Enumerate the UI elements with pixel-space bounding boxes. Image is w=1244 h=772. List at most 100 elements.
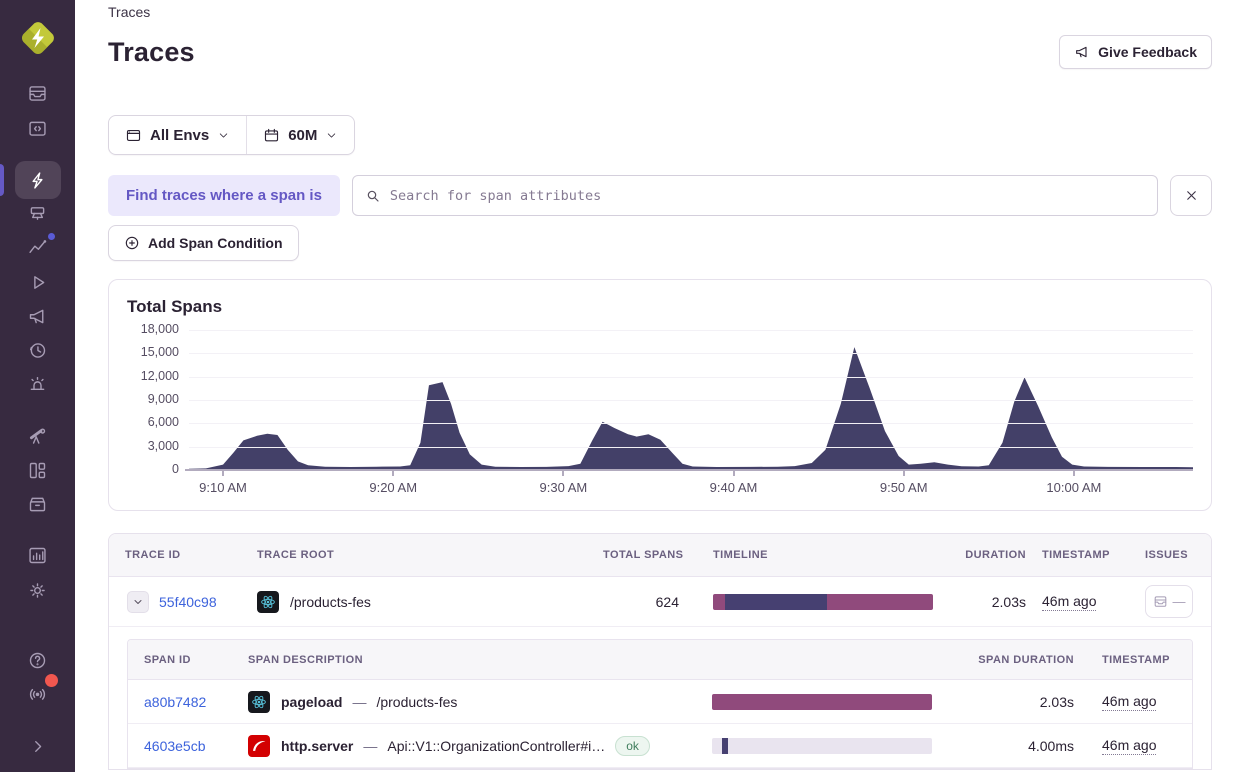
sidebar-item-help[interactable] [16,643,60,677]
breadcrumb[interactable]: Traces [108,4,150,20]
y-axis-tick-label: 15,000 [140,345,179,360]
clear-search-button[interactable] [1170,175,1212,216]
gridline [189,376,1193,378]
date-range-filter[interactable]: 60M [247,116,355,154]
gridline [189,446,1193,448]
span-timeline-bar [712,693,932,710]
main-content: Traces Traces Give Feedback All Envs 60M [75,0,1244,772]
trace-duration: 2.03s [991,593,1026,610]
react-platform-icon [257,590,279,613]
span-row: 4603e5cb http.server — Api::V1::Organiza… [128,724,1192,768]
sidebar-item-whats-new[interactable] [16,674,60,710]
page-filter-bar: All Envs 60M [108,115,356,155]
trace-timestamp: 46m ago [1042,592,1097,611]
sidebar-item-user-feedback[interactable] [16,299,60,333]
x-axis-tick-label: 10:00 AM [1046,480,1102,495]
insights-badge-dot [46,232,56,241]
search-scope-pill: Find traces where a span is [108,175,340,216]
span-description: /products-fes [376,693,458,710]
y-axis-tick-label: 18,000 [140,322,179,336]
x-axis-tick-label: 9:10 AM [199,480,247,495]
col-timeline: TIMELINE [713,549,768,561]
x-axis-tick [902,471,905,476]
span-op: pageload [281,693,343,710]
span-timeline-bar [712,737,932,754]
trace-issues-button[interactable]: — [1145,585,1193,618]
chevron-down-icon [134,599,142,604]
environment-filter[interactable]: All Envs [109,116,247,154]
traces-table-header: TRACE ID TRACE ROOT TOTAL SPANS TIMELINE… [109,534,1211,577]
sidebar-item-traces[interactable] [14,161,61,199]
total-spans-chart-card: Total Spans 0 3,000 6,000 9,000 12,000 15,000… [108,279,1212,511]
plus-circle-icon [125,236,139,250]
expanded-trace-panel: SPAN ID SPAN DESCRIPTION SPAN DURATION T… [109,627,1211,769]
trace-timeline-bar [713,593,933,610]
sidebar-item-stats[interactable] [16,538,60,572]
issues-count: — [1172,594,1186,609]
span-status-badge: ok [615,735,650,756]
sidebar-collapse-toggle[interactable] [16,729,60,763]
col-issues: ISSUES [1145,549,1188,561]
col-duration: DURATION [965,549,1026,561]
page-title: Traces [108,36,195,67]
search-icon [367,190,379,202]
trace-root-label: /products-fes [290,593,371,610]
sidebar-item-replays[interactable] [16,265,60,299]
span-attributes-search-input[interactable] [389,187,1145,204]
span-id-link[interactable]: 4603e5cb [144,738,206,754]
y-axis-tick-label: 6,000 [147,415,179,430]
total-spans-value: 624 [655,593,679,610]
trace-row: 55f40c98 /products-fes 624 2.03s 46m ago [109,577,1211,627]
span-id-link[interactable]: a80b7482 [144,694,206,710]
date-range-filter-label: 60M [288,126,318,144]
span-row: a80b7482 pageload — /products-fes 2.03s … [128,680,1192,724]
whats-new-badge-dot [44,674,58,687]
x-axis-tick [562,471,565,476]
col-span-description: SPAN DESCRIPTION [248,653,364,666]
calendar-icon [265,128,279,141]
give-feedback-button[interactable]: Give Feedback [1059,35,1212,69]
span-duration: 2.03s [1039,693,1074,710]
span-timestamp: 46m ago [1102,736,1157,755]
x-axis-tick-label: 9:20 AM [369,480,418,495]
collapse-trace-button[interactable] [127,590,149,613]
spans-table: SPAN ID SPAN DESCRIPTION SPAN DURATION T… [127,639,1193,769]
sidebar-item-issues[interactable] [16,76,60,110]
chevron-down-icon [220,132,228,138]
span-duration: 4.00ms [1028,737,1074,754]
active-nav-indicator [0,164,4,196]
col-timestamp: TIMESTAMP [1042,549,1110,561]
x-axis-tick [1072,471,1075,476]
span-description: Api::V1::OrganizationController#i… [387,737,606,754]
sidebar-item-archive[interactable] [16,487,60,521]
x-axis-tick-label: 9:50 AM [879,480,928,495]
sidebar [0,0,75,772]
y-axis-tick-label: 3,000 [147,438,179,453]
sidebar-item-settings[interactable] [16,573,60,607]
sidebar-item-projects[interactable] [16,196,60,230]
give-feedback-label: Give Feedback [1098,44,1197,60]
y-axis-tick-label: 0 [172,462,179,476]
sentry-logo[interactable] [16,16,60,60]
chevron-down-icon [328,132,336,138]
col-total-spans: TOTAL SPANS [603,549,684,561]
sidebar-item-explore[interactable] [16,111,60,145]
close-icon [1186,191,1196,200]
sidebar-item-insights[interactable] [16,230,60,264]
y-axis-tick-label: 9,000 [147,392,179,406]
sidebar-item-alerts[interactable] [16,367,60,401]
sidebar-item-releases[interactable] [16,333,60,367]
x-axis-tick [222,471,225,476]
sidebar-item-discover[interactable] [16,419,60,453]
col-span-id: SPAN ID [144,653,191,666]
total-spans-area-chart: 0 3,000 6,000 9,000 12,000 15,000 18,000 9:10 A… [141,322,1193,495]
environment-filter-label: All Envs [150,126,210,144]
x-axis-tick-label: 9:30 AM [539,480,588,495]
add-span-condition-button[interactable]: Add Span Condition [108,225,299,261]
gridline [189,400,1193,401]
search-box [351,175,1158,216]
col-span-timestamp: TIMESTAMP [1102,653,1170,666]
trace-id-link[interactable]: 55f40c98 [159,594,217,610]
sidebar-item-dashboards[interactable] [16,453,60,487]
window-icon [126,129,141,141]
